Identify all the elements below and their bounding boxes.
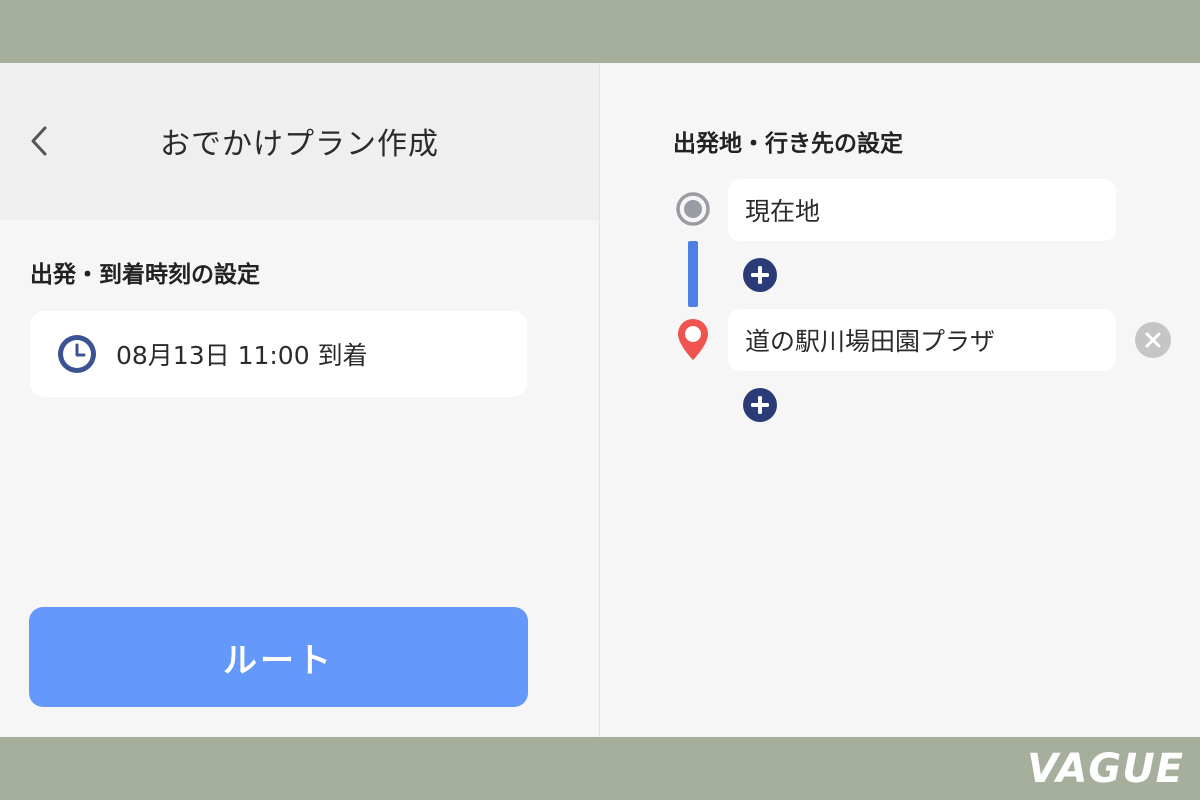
page-title: おでかけプラン作成 [160,127,439,162]
origin-dot-icon [676,192,710,226]
add-destination-button[interactable] [742,387,778,423]
time-setting-card[interactable]: 08月13日 11:00 到着 [30,311,527,397]
destination-field[interactable]: 道の駅川場田園プラザ [728,309,1116,371]
time-section-heading: 出発・到着時刻の設定 [30,262,260,288]
destination-value: 道の駅川場田園プラザ [745,327,996,356]
nav-header: おでかけプラン作成 [0,63,599,220]
arrival-time-value: 08月13日 11:00 到着 [116,341,368,370]
clear-destination-button[interactable] [1135,322,1171,358]
map-pin-icon [678,319,708,360]
origin-value: 現在地 [745,197,821,226]
screenshot-frame: おでかけプラン作成 出発・到着時刻の設定 08月13日 11:00 到着 ルート… [0,0,1200,800]
app-screen: おでかけプラン作成 出発・到着時刻の設定 08月13日 11:00 到着 ルート… [0,63,1200,737]
route-button[interactable]: ルート [29,607,528,707]
plan-settings-panel: おでかけプラン作成 出発・到着時刻の設定 08月13日 11:00 到着 ルート [0,63,600,737]
destination-section-heading: 出発地・行き先の設定 [673,131,903,157]
destination-settings-panel: 出発地・行き先の設定 現在地 道の駅川場田園プラザ [600,63,1200,737]
origin-field[interactable]: 現在地 [728,179,1116,241]
watermark-logo: VAGUE [1027,746,1184,792]
route-connector-line [688,241,698,307]
clock-icon [58,335,96,373]
add-waypoint-button[interactable] [742,257,778,293]
